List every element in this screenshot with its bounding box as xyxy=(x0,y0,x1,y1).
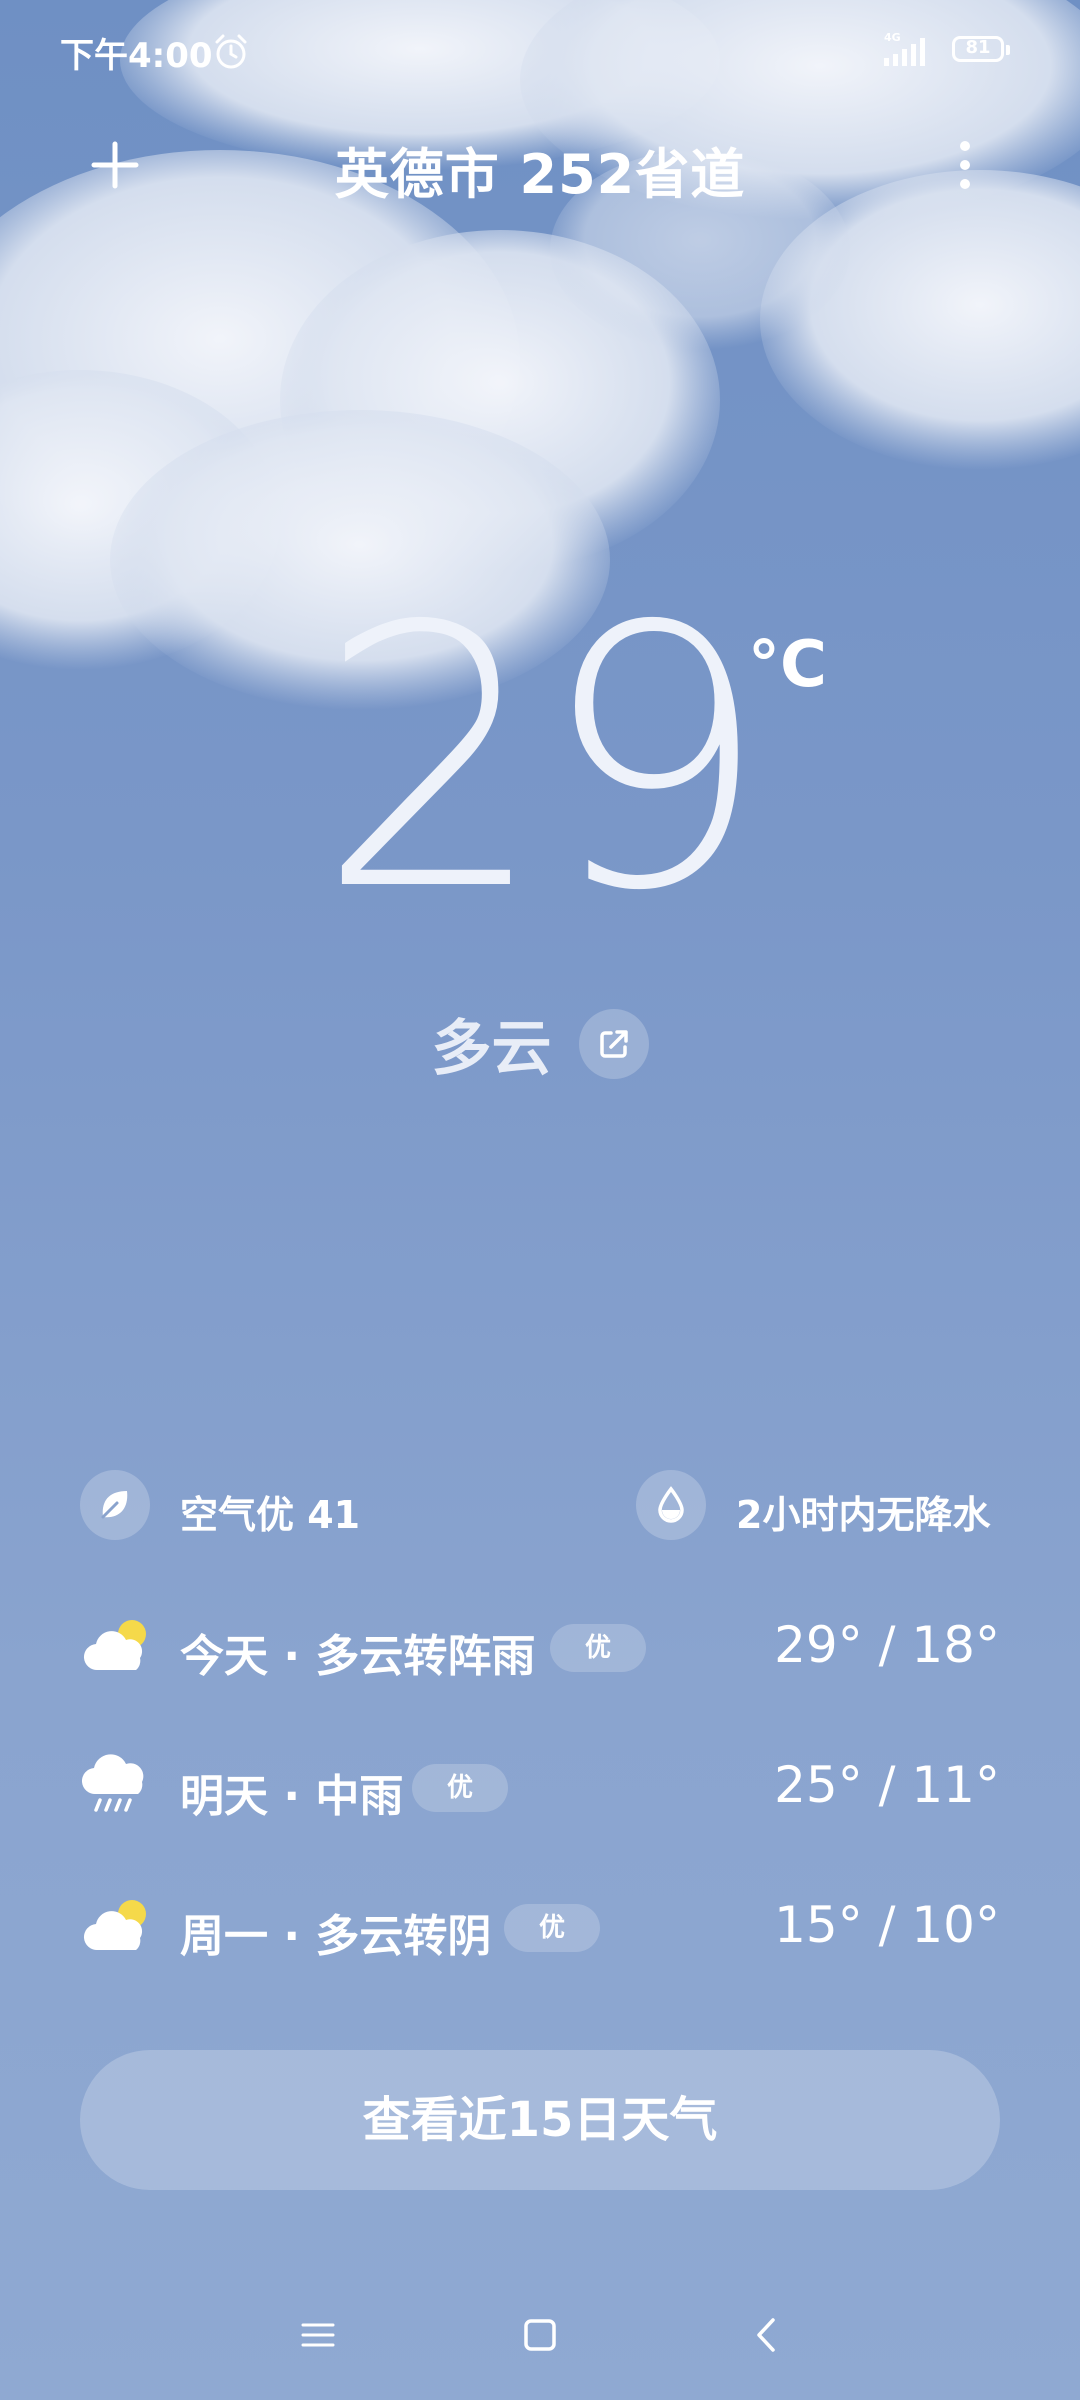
status-time: 下午4:00 xyxy=(60,36,213,76)
current-temperature: 29 xyxy=(316,550,769,969)
partly-cloudy-icon xyxy=(83,1620,146,1671)
forecast-label: 明天 · 中雨 xyxy=(180,1771,404,1822)
partly-cloudy-icon xyxy=(83,1900,146,1951)
aqi-badge: 优 xyxy=(504,1904,600,1952)
menu-icon[interactable] xyxy=(293,2310,343,2360)
condition-row: 多云 xyxy=(0,1000,1080,1087)
status-bar: 下午4:00 4G 81 xyxy=(0,0,1080,100)
leaf-icon xyxy=(101,1491,128,1519)
forecast-row-monday[interactable]: 周一 · 多云转阴 优 15° / 10° xyxy=(80,1880,1000,1970)
drop-badge xyxy=(636,1470,706,1540)
forecast-row-today[interactable]: 今天 · 多云转阵雨 优 29° / 18° xyxy=(80,1600,1000,1690)
forecast-label: 今天 · 多云转阵雨 xyxy=(180,1631,536,1682)
battery-indicator: 81 xyxy=(952,36,1010,64)
water-drop-icon xyxy=(658,1486,684,1523)
forecast-temps: 29° / 18° xyxy=(774,1616,1000,1674)
more-vertical-icon xyxy=(960,141,970,189)
precipitation-text: 2小时内无降水 xyxy=(736,1493,991,1537)
air-quality-info[interactable]: 空气优 41 xyxy=(80,1470,480,1540)
home-icon[interactable] xyxy=(515,2310,565,2360)
battery-level: 81 xyxy=(965,37,991,58)
current-condition: 多云 xyxy=(431,1014,552,1084)
edit-icon xyxy=(599,1029,628,1058)
air-quality-text: 空气优 41 xyxy=(180,1493,361,1537)
forecast-label: 周一 · 多云转阴 xyxy=(180,1911,492,1962)
location-title: 英德市 252省道 xyxy=(334,143,746,206)
alarm-icon xyxy=(215,34,247,69)
navigation-bar xyxy=(0,2290,1080,2380)
rain-icon xyxy=(81,1754,144,1812)
forecast-row-tomorrow[interactable]: 明天 · 中雨 优 25° / 11° xyxy=(80,1740,1000,1830)
back-icon[interactable] xyxy=(742,2310,792,2360)
signal-icon: 4G xyxy=(884,31,925,66)
temperature-unit: °C xyxy=(748,628,827,702)
feedback-button[interactable] xyxy=(578,1008,649,1079)
aqi-badge: 优 xyxy=(550,1624,646,1672)
forecast-temps: 25° / 11° xyxy=(774,1756,1000,1814)
leaf-badge xyxy=(80,1470,150,1540)
network-type-label: 4G xyxy=(884,31,901,44)
view-15-day-forecast-button[interactable]: 查看近15日天气 xyxy=(80,2050,1000,2190)
precipitation-info[interactable]: 2小时内无降水 xyxy=(636,1470,1006,1540)
forecast-temps: 15° / 10° xyxy=(774,1896,1000,1954)
more-options-button[interactable] xyxy=(930,130,1000,200)
aqi-badge: 优 xyxy=(412,1764,508,1812)
